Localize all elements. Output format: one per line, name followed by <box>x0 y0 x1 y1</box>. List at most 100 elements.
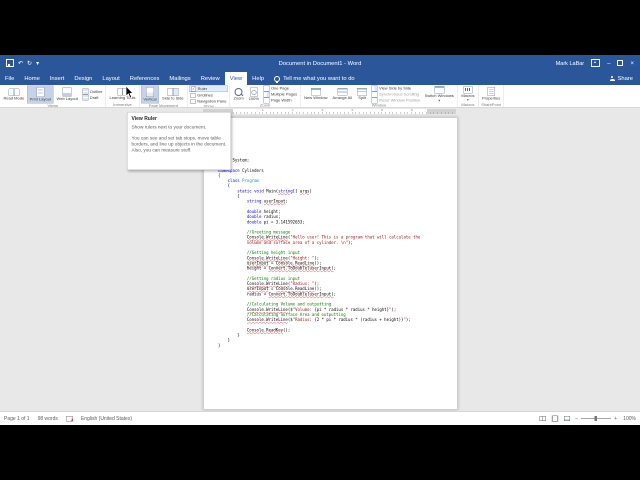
tab-file[interactable]: File <box>0 72 19 85</box>
zoom-slider-track[interactable] <box>581 416 612 421</box>
zoom-slider-thumb[interactable] <box>594 416 598 421</box>
draft-button[interactable]: Draft <box>81 94 104 101</box>
mouse-cursor <box>125 86 134 99</box>
code-block[interactable]: using System; namespace Cylinders{ class… <box>218 158 453 348</box>
titlebar: ↶ ↻ ▾ Document in Document1 - Word Mark … <box>0 55 640 72</box>
zoom-100-button[interactable]: 100% <box>247 86 261 103</box>
outline-button[interactable]: Outline <box>81 88 104 95</box>
page-indicator[interactable]: Page 1 of 1 <box>4 416 30 422</box>
status-bar: Page 1 of 1 98 words ✗ English (United S… <box>0 411 640 425</box>
tooltip-intro: Show rulers next to your document. <box>131 124 207 131</box>
status-print-layout-button[interactable] <box>551 415 559 422</box>
print-layout-button[interactable]: Print Layout <box>27 85 54 104</box>
letterbox-bottom <box>0 425 640 480</box>
tab-layout[interactable]: Layout <box>97 72 124 85</box>
draft-icon <box>82 94 89 101</box>
minimize-button[interactable]: – <box>607 61 610 67</box>
one-page-button[interactable]: One Page <box>262 85 299 92</box>
titlebar-right: Mark LaBar – × <box>556 58 640 69</box>
group-show: ✓ Ruler Gridlines Navigation Pane Show <box>188 85 230 107</box>
new-window-button[interactable]: New Window <box>302 86 329 103</box>
navigation-pane-checkbox-box <box>190 98 196 104</box>
save-button[interactable] <box>6 58 14 69</box>
tab-references[interactable]: References <box>125 72 165 85</box>
share-button[interactable]: Share <box>603 72 640 85</box>
tab-insert[interactable]: Insert <box>45 72 70 85</box>
synchronous-scrolling-button: Synchronous Scrolling <box>370 91 422 98</box>
user-name[interactable]: Mark LaBar <box>556 61 584 67</box>
web-layout-button[interactable]: Web Layout <box>55 86 80 103</box>
share-label: Share <box>617 75 633 82</box>
status-print-layout-icon <box>552 415 558 422</box>
tab-home[interactable]: Home <box>19 72 44 85</box>
properties-button[interactable]: Properties <box>480 86 502 103</box>
undo-button[interactable]: ↶ <box>18 61 23 67</box>
save-icon <box>6 58 14 67</box>
tab-design[interactable]: Design <box>69 72 97 85</box>
group-page-movement: Vertical Side to Side Page Movement <box>139 85 188 107</box>
group-immersive: Learning Tools Immersive <box>106 85 140 107</box>
view-side-by-side-button[interactable]: View Side by Side <box>370 85 422 92</box>
status-read-mode-icon <box>539 416 547 421</box>
ribbon-display-options-icon <box>591 58 601 67</box>
tab-help[interactable]: Help <box>247 72 269 85</box>
read-mode-icon <box>8 88 20 96</box>
word-window: ↶ ↻ ▾ Document in Document1 - Word Mark … <box>0 55 640 425</box>
ruler-checkbox-box: ✓ <box>191 86 197 92</box>
restore-button[interactable] <box>617 59 624 68</box>
zoom-out-button[interactable]: – <box>575 416 578 422</box>
zoom-percentage[interactable]: 100% <box>622 416 636 422</box>
view-ruler-tooltip: View Ruler Show rulers next to your docu… <box>127 112 231 170</box>
split-button[interactable]: Split <box>355 86 369 103</box>
share-person-icon <box>609 75 615 82</box>
language-indicator[interactable]: English (United States) <box>81 416 132 422</box>
redo-button[interactable]: ↻ <box>27 61 32 67</box>
word-count[interactable]: 98 words <box>38 416 58 422</box>
screenshot-stage: ↶ ↻ ▾ Document in Document1 - Word Mark … <box>0 0 640 480</box>
group-sharepoint: Properties SharePoint <box>478 85 505 107</box>
document-page[interactable]: using System; namespace Cylinders{ class… <box>203 117 458 410</box>
tab-view[interactable]: View <box>224 72 248 85</box>
arrange-all-button[interactable]: Arrange All <box>331 86 355 103</box>
ruler-checkbox[interactable]: ✓ Ruler <box>189 85 228 92</box>
switch-windows-dropdown-icon: ▾ <box>438 98 441 103</box>
macros-icon <box>463 85 473 94</box>
status-read-mode-button[interactable] <box>539 415 547 422</box>
group-zoom: Zoom 100% One Page Multiple Pages Page W… <box>230 85 301 107</box>
qat-customize-button[interactable]: ▾ <box>36 61 39 67</box>
close-button[interactable]: × <box>630 61 634 67</box>
ribbon-display-options-button[interactable] <box>591 58 601 69</box>
quick-access-toolbar: ↶ ↻ ▾ <box>0 58 39 69</box>
tab-review[interactable]: Review <box>196 72 225 85</box>
gridlines-checkbox[interactable]: Gridlines <box>189 92 228 99</box>
tell-me-box[interactable]: Tell me what you want to do <box>269 72 360 85</box>
split-icon <box>357 88 368 96</box>
side-to-side-icon <box>167 88 179 97</box>
zoom-100-icon <box>249 87 258 97</box>
restore-icon <box>617 59 624 66</box>
web-layout-icon <box>62 87 72 97</box>
vertical-icon <box>145 87 154 98</box>
properties-icon <box>487 87 495 97</box>
arrange-all-icon <box>337 88 348 96</box>
tell-me-label: Tell me what you want to do <box>283 75 355 82</box>
zoom-in-button[interactable]: + <box>614 416 617 422</box>
switch-windows-button[interactable]: Switch Windows ▾ <box>423 86 456 103</box>
gridlines-checkbox-box <box>190 92 196 98</box>
letterbox-top <box>0 0 640 55</box>
switch-windows-icon <box>434 86 445 94</box>
proofing-errors-icon[interactable]: ✗ <box>65 415 74 422</box>
reset-window-position-icon <box>371 97 378 104</box>
read-mode-button[interactable]: Read Mode <box>2 86 27 103</box>
multiple-pages-button[interactable]: Multiple Pages <box>262 91 299 98</box>
zoom-button[interactable]: Zoom <box>231 86 245 103</box>
macros-button[interactable]: Macros ▾ <box>459 85 476 103</box>
zoom-slider: – + <box>575 416 617 422</box>
group-macros: Macros ▾ Macros <box>458 85 479 107</box>
document-area: using System; namespace Cylinders{ class… <box>0 114 640 412</box>
new-window-icon <box>310 88 321 96</box>
tab-mailings[interactable]: Mailings <box>164 72 195 85</box>
side-to-side-button[interactable]: Side to Side <box>160 86 186 103</box>
status-web-layout-button[interactable] <box>563 415 570 422</box>
vertical-button[interactable]: Vertical <box>140 85 160 104</box>
